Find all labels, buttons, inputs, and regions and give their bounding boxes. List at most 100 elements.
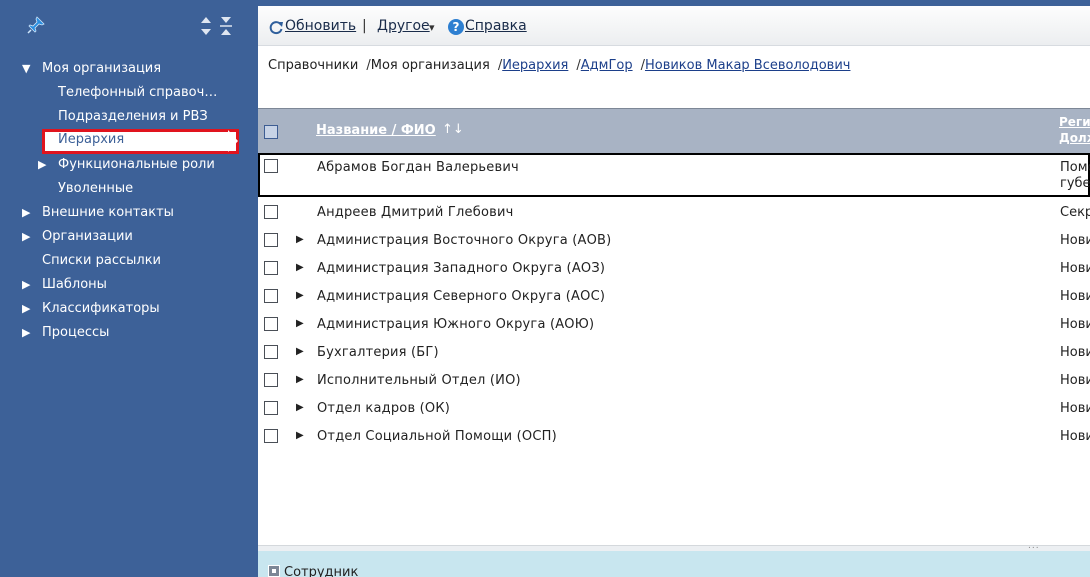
breadcrumb-link-person[interactable]: Новиков Макар Всеволодович <box>645 58 851 73</box>
row-region: Нови <box>1060 429 1090 444</box>
table-row[interactable]: ▶ Исполнительный Отдел (ИО) Нови <box>258 367 1090 395</box>
toolbar: Обновить | Другое ▾ ? Справка <box>258 6 1090 46</box>
row-checkbox[interactable] <box>264 429 278 443</box>
column-header-region-line: Реги <box>1059 115 1090 129</box>
collapsed-arrow-icon[interactable]: ▶ <box>22 297 30 321</box>
table-row[interactable]: Андреев Дмитрий Глебович Секр <box>258 199 1090 227</box>
row-name: Администрация Северного Округа (АОС) <box>317 289 606 304</box>
column-header-name[interactable]: Название / ФИО <box>316 123 436 138</box>
row-name: Отдел Социальной Помощи (ОСП) <box>317 429 557 444</box>
sidebar-item-external-contacts[interactable]: ▶ Внешние контакты <box>0 201 258 225</box>
table-row[interactable]: ▶ Администрация Восточного Округа (АОВ) … <box>258 227 1090 255</box>
sidebar-item-phone-directory[interactable]: Телефонный справоч… <box>0 81 258 105</box>
table-row[interactable]: Абрамов Богдан Валерьевич Помо губе <box>258 153 1090 197</box>
bottom-panel-title[interactable]: Сотрудник <box>284 565 358 577</box>
row-region: Нови <box>1060 373 1090 388</box>
row-checkbox[interactable] <box>264 159 278 173</box>
toolbar-separator: | <box>362 18 367 34</box>
collapsed-arrow-icon[interactable]: ▶ <box>22 321 30 345</box>
chevron-down-icon[interactable]: ▾ <box>429 21 435 34</box>
row-checkbox[interactable] <box>264 345 278 359</box>
breadcrumb: Справочники/Моя организация/Иерархия/Адм… <box>268 58 850 73</box>
table-row[interactable]: ▶ Администрация Западного Округа (АОЗ) Н… <box>258 255 1090 283</box>
breadcrumb-item: Моя организация <box>370 58 490 73</box>
collapsed-arrow-icon[interactable]: ▶ <box>22 225 30 249</box>
row-checkbox[interactable] <box>264 233 278 247</box>
sidebar-item-label: Иерархия <box>58 132 125 147</box>
table-row[interactable]: ▶ Администрация Северного Округа (АОС) Н… <box>258 283 1090 311</box>
row-region-line: Помо <box>1060 160 1090 175</box>
row-checkbox[interactable] <box>264 373 278 387</box>
sidebar-item-label: Процессы <box>42 325 110 340</box>
sidebar-item-hierarchy[interactable]: Иерархия <box>0 128 258 154</box>
row-checkbox[interactable] <box>264 205 278 219</box>
sidebar: ▼ Моя организация Телефонный справоч… По… <box>0 0 258 577</box>
collapse-all-icon[interactable] <box>219 16 233 36</box>
sidebar-item-label: Списки рассылки <box>42 253 161 268</box>
expand-arrow-icon[interactable]: ▶ <box>296 318 304 329</box>
row-name: Администрация Южного Округа (АОЮ) <box>317 317 595 332</box>
sidebar-item-label: Подразделения и РВЗ <box>58 109 208 124</box>
splitter-grip-icon[interactable]: ... <box>1028 541 1040 551</box>
column-header-position-line: Долж <box>1059 131 1090 145</box>
sidebar-item-classifiers[interactable]: ▶ Классификаторы <box>0 297 258 321</box>
expand-all-icon[interactable] <box>199 16 213 36</box>
collapsed-arrow-icon[interactable]: ▶ <box>22 201 30 225</box>
sidebar-item-label: Классификаторы <box>42 301 160 316</box>
help-icon[interactable]: ? <box>448 19 464 35</box>
bottom-panel: Сотрудник <box>258 551 1090 577</box>
sidebar-item-mailing-lists[interactable]: Списки рассылки <box>0 249 258 273</box>
sidebar-item-templates[interactable]: ▶ Шаблоны <box>0 273 258 297</box>
refresh-icon[interactable] <box>268 19 284 35</box>
row-checkbox[interactable] <box>264 317 278 331</box>
select-all-checkbox[interactable] <box>264 125 278 139</box>
expand-arrow-icon[interactable]: ▶ <box>296 430 304 441</box>
row-name: Исполнительный Отдел (ИО) <box>317 373 521 388</box>
sidebar-item-dismissed[interactable]: Уволенные <box>0 177 258 201</box>
help-button[interactable]: Справка <box>465 18 527 34</box>
refresh-button[interactable]: Обновить <box>285 18 356 34</box>
breadcrumb-link-hierarchy[interactable]: Иерархия <box>502 58 568 73</box>
sidebar-item-departments[interactable]: Подразделения и РВЗ <box>0 105 258 129</box>
expand-arrow-icon[interactable]: ▶ <box>296 374 304 385</box>
expand-arrow-icon[interactable]: ▶ <box>296 402 304 413</box>
collapsed-arrow-icon[interactable]: ▶ <box>22 273 30 297</box>
collapsed-arrow-icon[interactable]: ▶ <box>38 153 46 177</box>
sidebar-item-organizations[interactable]: ▶ Организации <box>0 225 258 249</box>
sidebar-item-functional-roles[interactable]: ▶ Функциональные роли <box>0 153 258 177</box>
expand-arrow-icon[interactable]: ▶ <box>296 346 304 357</box>
row-region-line: губе <box>1060 176 1090 191</box>
expand-arrow-icon[interactable]: ▶ <box>296 234 304 245</box>
sidebar-item-label: Функциональные роли <box>58 157 215 172</box>
sidebar-item-label: Внешние контакты <box>42 205 174 220</box>
table-row[interactable]: ▶ Бухгалтерия (БГ) Нови <box>258 339 1090 367</box>
selection-pointer <box>228 130 238 152</box>
row-checkbox[interactable] <box>264 289 278 303</box>
sort-icon[interactable]: ↑↓ <box>442 122 464 137</box>
row-name: Отдел кадров (ОК) <box>317 401 451 416</box>
expanded-arrow-icon[interactable]: ▼ <box>22 57 30 81</box>
sidebar-item-processes[interactable]: ▶ Процессы <box>0 321 258 345</box>
sidebar-item-my-organization[interactable]: ▼ Моя организация <box>0 57 258 81</box>
expand-arrow-icon[interactable]: ▶ <box>296 290 304 301</box>
row-region: Нови <box>1060 233 1090 248</box>
sidebar-item-label: Организации <box>42 229 133 244</box>
breadcrumb-item: Справочники <box>268 58 359 73</box>
table-row[interactable]: ▶ Администрация Южного Округа (АОЮ) Нови <box>258 311 1090 339</box>
row-name: Администрация Восточного Округа (АОВ) <box>317 233 612 248</box>
sidebar-item-label: Моя организация <box>42 61 162 76</box>
other-menu-button[interactable]: Другое <box>377 18 430 34</box>
column-header-region[interactable]: Реги Долж <box>1059 114 1090 146</box>
breadcrumb-link-admgor[interactable]: АдмГор <box>581 58 633 73</box>
row-region: Секр <box>1060 205 1090 220</box>
expand-arrow-icon[interactable]: ▶ <box>296 262 304 273</box>
pin-icon[interactable] <box>27 16 45 34</box>
row-checkbox[interactable] <box>264 261 278 275</box>
grid-header: Название / ФИО ↑↓ Реги Долж <box>258 108 1090 153</box>
main-panel: Обновить | Другое ▾ ? Справка Справочник… <box>258 0 1090 577</box>
row-region: Нови <box>1060 317 1090 332</box>
table-row[interactable]: ▶ Отдел кадров (ОК) Нови <box>258 395 1090 423</box>
employee-icon <box>268 565 280 577</box>
row-checkbox[interactable] <box>264 401 278 415</box>
table-row[interactable]: ▶ Отдел Социальной Помощи (ОСП) Нови <box>258 423 1090 451</box>
